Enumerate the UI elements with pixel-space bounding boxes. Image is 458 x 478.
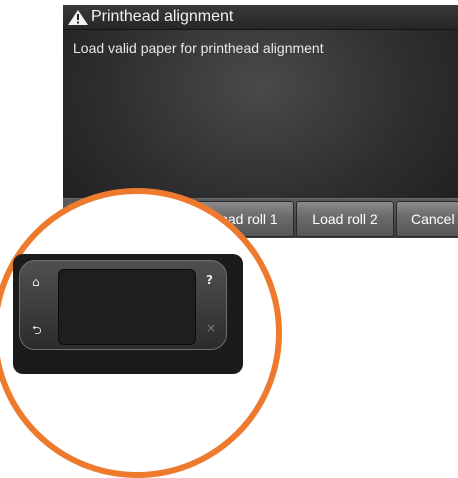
title-bar: Printhead alignment (63, 5, 458, 30)
cancel-button[interactable]: Cancel (396, 201, 458, 237)
home-icon[interactable]: ⌂ (32, 275, 40, 289)
magnifier-view: ⌂ ⮌ ? × (0, 188, 282, 478)
device-display (58, 269, 196, 345)
page-title: Printhead alignment (91, 8, 234, 25)
warning-icon (68, 10, 88, 25)
status-message: Load valid paper for printhead alignment (73, 40, 324, 56)
load-roll-2-button[interactable]: Load roll 2 (296, 201, 394, 237)
close-icon[interactable]: × (206, 321, 216, 335)
help-icon[interactable]: ? (206, 273, 213, 287)
device-bezel: ⌂ ⮌ ? × (19, 260, 227, 350)
device-front-panel: ⌂ ⮌ ? × (13, 254, 243, 374)
back-icon[interactable]: ⮌ (32, 323, 42, 337)
